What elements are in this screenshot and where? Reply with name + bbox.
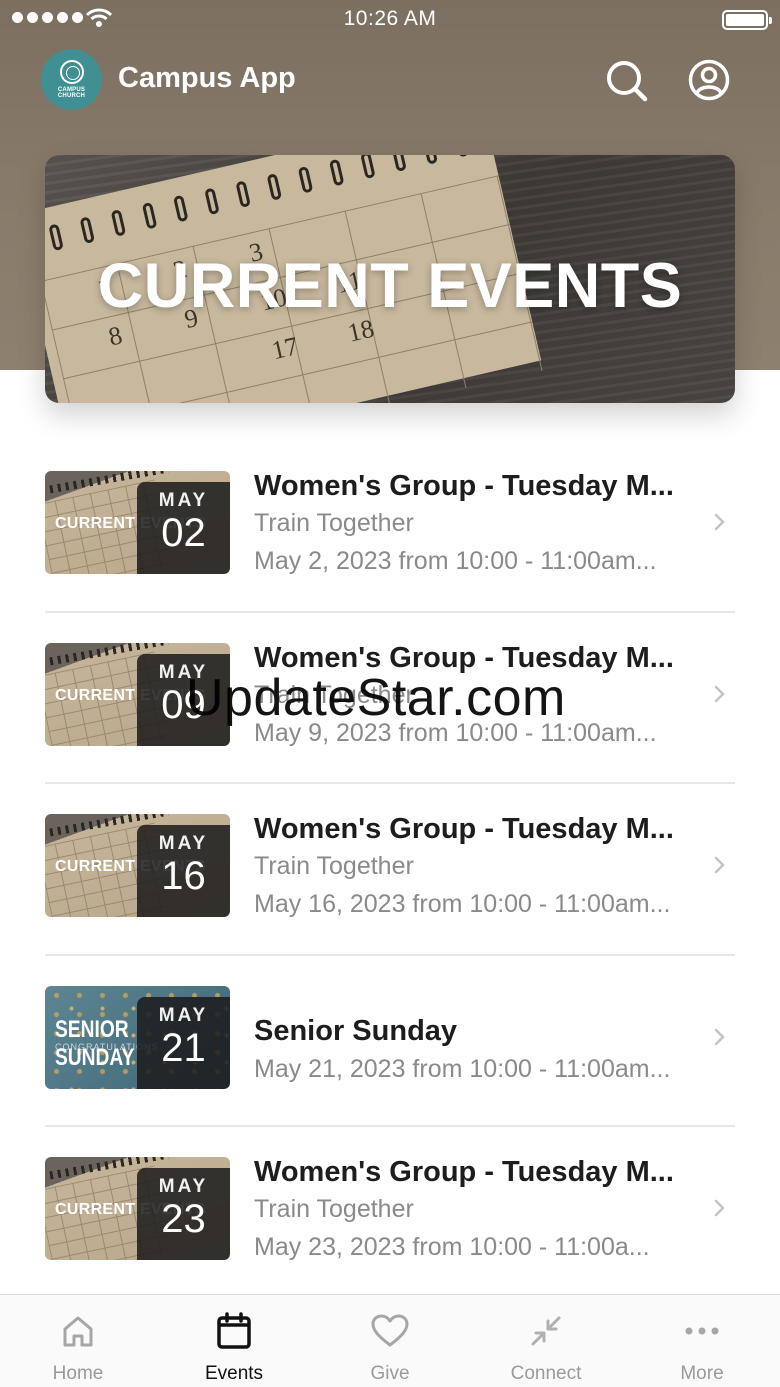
event-time: May 2, 2023 from 10:00 - 11:00am...: [254, 547, 657, 575]
event-row[interactable]: CURRENT EVENTS MAY 02 Women's Group - Tu…: [45, 441, 735, 613]
date-month: MAY: [158, 833, 209, 854]
logo-text: CAMPUS CHURCH: [57, 87, 86, 99]
event-title: Women's Group - Tuesday M...: [254, 1156, 674, 1188]
event-thumbnail: CURRENT EVENTS MAY 02: [45, 471, 230, 574]
watermark: UpdateStar.com: [186, 669, 566, 727]
tab-connect[interactable]: Connect: [468, 1295, 624, 1387]
chevron-right-icon: [714, 685, 725, 702]
status-bar: 10:26 AM: [0, 0, 780, 40]
date-month: MAY: [158, 1176, 209, 1197]
status-time: 10:26 AM: [343, 7, 437, 30]
date-day: 23: [161, 1197, 206, 1241]
date-day: 02: [161, 511, 206, 555]
event-time: May 16, 2023 from 10:00 - 11:00am...: [254, 890, 671, 918]
more-dots-icon: [685, 1327, 719, 1335]
church-logo[interactable]: CAMPUS CHURCH: [41, 49, 102, 110]
chevron-right-icon: [714, 1199, 725, 1217]
event-title: Senior Sunday: [254, 1014, 458, 1047]
tab-label: Connect: [510, 1363, 582, 1384]
date-day: 16: [161, 854, 206, 898]
chevron-right-icon: [714, 856, 725, 874]
date-day: 21: [161, 1025, 206, 1070]
chevron-right-icon: [714, 1028, 725, 1045]
hero-banner: 1 2 3 8 9 10 11 17 18 CURRENT EVENTS: [45, 155, 735, 403]
tab-label: Home: [52, 1363, 104, 1384]
app-title: Campus App: [118, 62, 296, 94]
event-thumbnail: CURRENT EVENTS MAY 23: [45, 1157, 230, 1260]
search-icon[interactable]: [604, 58, 648, 102]
connect-arrows-icon: [531, 1316, 561, 1346]
event-title: Women's Group - Tuesday M...: [254, 470, 674, 502]
tab-bar: Home Events Give Connect More: [0, 1294, 780, 1387]
event-title: Women's Group - Tuesday M...: [254, 813, 674, 845]
event-subtitle: Train Together: [254, 509, 414, 537]
tab-home[interactable]: Home: [0, 1295, 156, 1387]
user-circle-icon[interactable]: [687, 58, 731, 102]
event-time: May 21, 2023 from 10:00 - 11:00am...: [254, 1054, 671, 1083]
date-badge: MAY 16: [137, 825, 230, 917]
date-badge: MAY 23: [137, 1168, 230, 1260]
calendar-icon: [217, 1312, 251, 1349]
date-month: MAY: [158, 1004, 209, 1026]
event-list: CURRENT EVENTS MAY 02 Women's Group - Tu…: [45, 441, 735, 1299]
date-badge: MAY 21: [137, 996, 230, 1089]
chevron-right-icon: [714, 513, 725, 531]
battery-icon: [722, 10, 772, 30]
heart-icon: [371, 1314, 409, 1347]
event-thumbnail: CURRENT EVENTS MAY 16: [45, 814, 230, 917]
hero-title: CURRENT EVENTS: [97, 251, 683, 321]
tab-label: More: [680, 1363, 724, 1384]
home-icon: [63, 1316, 93, 1347]
date-month: MAY: [158, 490, 209, 511]
tab-events[interactable]: Events: [156, 1295, 312, 1387]
event-subtitle: Train Together: [254, 852, 414, 880]
event-row[interactable]: CURRENT EVENTS MAY 16 Women's Group - Tu…: [45, 784, 735, 956]
tab-label: Give: [370, 1363, 410, 1384]
globe-icon: [59, 60, 84, 84]
tab-more[interactable]: More: [624, 1295, 780, 1387]
event-row[interactable]: SENIOR SUNDAY CONGRATULATIONS MAY 21 Sen…: [45, 956, 735, 1127]
event-subtitle: Train Together: [254, 1195, 414, 1223]
event-thumbnail: SENIOR SUNDAY CONGRATULATIONS MAY 21: [45, 985, 230, 1089]
tab-label: Events: [204, 1363, 264, 1384]
event-time: May 23, 2023 from 10:00 - 11:00a...: [254, 1233, 650, 1261]
event-row[interactable]: CURRENT EVENTS MAY 23 Women's Group - Tu…: [45, 1127, 735, 1299]
tab-give[interactable]: Give: [312, 1295, 468, 1387]
date-badge: MAY 02: [137, 482, 230, 574]
